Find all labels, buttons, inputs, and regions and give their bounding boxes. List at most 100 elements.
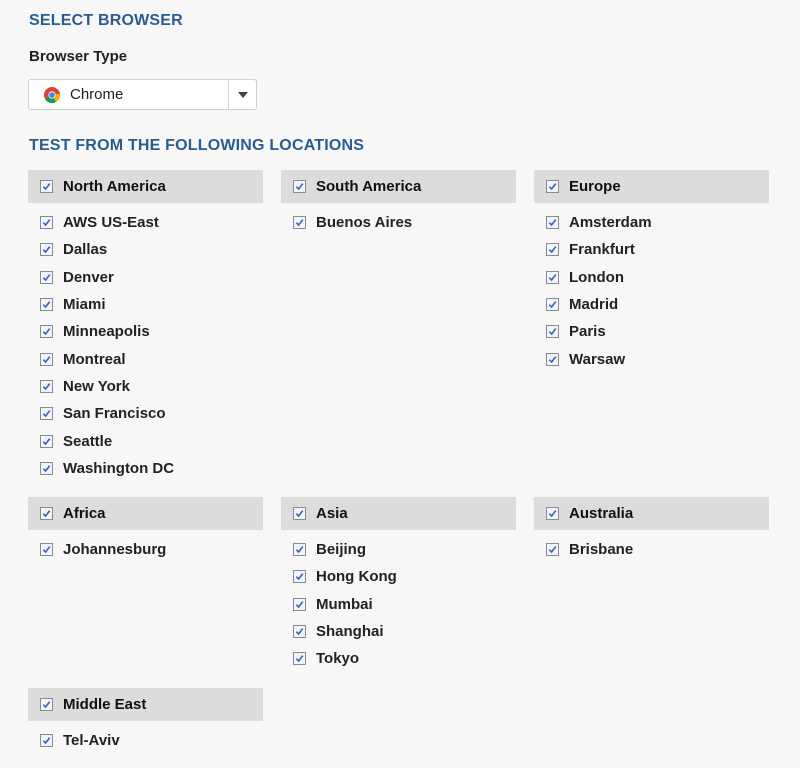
location-checkbox-paris[interactable]: [546, 325, 559, 339]
location-item-miami[interactable]: Miami: [28, 291, 263, 318]
location-label: Madrid: [569, 296, 619, 314]
group-label-europe: Europe: [569, 178, 621, 195]
city-list-europe: Amsterdam Frankfurt London Madrid Paris Warsa…: [534, 203, 769, 373]
location-label: Buenos Aires: [316, 214, 413, 232]
chrome-icon: [44, 86, 60, 103]
location-checkbox-london[interactable]: [546, 270, 559, 284]
checkmark-icon: [295, 183, 304, 191]
location-checkbox-frankfurt[interactable]: [546, 243, 559, 257]
location-item-madrid[interactable]: Madrid: [534, 291, 769, 318]
location-checkbox-minneapolis[interactable]: [40, 325, 53, 339]
checkmark-icon: [42, 546, 51, 554]
location-checkbox-washington-dc[interactable]: [40, 461, 53, 475]
chevron-down-icon[interactable]: [228, 80, 256, 109]
location-item-washington-dc[interactable]: Washington DC: [28, 455, 263, 482]
location-item-denver[interactable]: Denver: [28, 264, 263, 291]
location-label: Brisbane: [569, 541, 634, 559]
group-header-south-america[interactable]: South America: [281, 170, 516, 203]
group-label-africa: Africa: [63, 505, 106, 522]
location-checkbox-dallas[interactable]: [40, 243, 53, 257]
checkmark-icon: [42, 273, 51, 281]
location-checkbox-johannesburg[interactable]: [40, 543, 53, 557]
city-list-africa: Johannesburg: [28, 530, 263, 563]
group-checkbox-middle-east[interactable]: [40, 698, 53, 711]
location-item-johannesburg[interactable]: Johannesburg: [28, 536, 263, 563]
checkmark-icon: [42, 301, 51, 309]
location-label: Johannesburg: [63, 541, 167, 559]
location-checkbox-hong-kong[interactable]: [293, 570, 306, 584]
location-label: Miami: [63, 296, 106, 314]
location-item-tokyo[interactable]: Tokyo: [281, 645, 516, 672]
location-item-dallas[interactable]: Dallas: [28, 236, 263, 263]
location-checkbox-shanghai[interactable]: [293, 625, 306, 639]
location-checkbox-miami[interactable]: [40, 298, 53, 312]
browser-type-value: Chrome: [70, 86, 124, 103]
group-checkbox-north-america[interactable]: [40, 180, 53, 193]
location-item-london[interactable]: London: [534, 264, 769, 291]
group-label-middle-east: Middle East: [63, 696, 147, 713]
location-item-buenos-aires[interactable]: Buenos Aires: [281, 209, 516, 236]
group-checkbox-africa[interactable]: [40, 507, 53, 520]
location-checkbox-buenos-aires[interactable]: [293, 216, 306, 230]
location-label: Tokyo: [316, 650, 360, 668]
location-checkbox-tokyo[interactable]: [293, 652, 306, 666]
group-header-europe[interactable]: Europe: [534, 170, 769, 203]
checkmark-icon: [295, 510, 304, 518]
location-label: AWS US-East: [63, 214, 159, 232]
location-checkbox-brisbane[interactable]: [546, 543, 559, 557]
group-checkbox-south-america[interactable]: [293, 180, 306, 193]
location-item-montreal[interactable]: Montreal: [28, 345, 263, 372]
location-item-seattle[interactable]: Seattle: [28, 427, 263, 454]
checkmark-icon: [548, 246, 557, 254]
location-checkbox-aws-us-east[interactable]: [40, 216, 53, 230]
location-label: London: [569, 268, 624, 286]
location-checkbox-tel-aviv[interactable]: [40, 734, 53, 748]
location-checkbox-montreal[interactable]: [40, 352, 53, 366]
browser-type-select[interactable]: Chrome: [28, 79, 257, 110]
location-checkbox-new-york[interactable]: [40, 379, 53, 393]
location-label: Minneapolis: [63, 323, 150, 341]
location-checkbox-san-francisco[interactable]: [40, 407, 53, 421]
checkmark-icon: [42, 355, 51, 363]
location-label: Dallas: [63, 241, 108, 259]
group-header-middle-east[interactable]: Middle East: [28, 688, 263, 721]
select-browser-heading: SELECT BROWSER: [29, 12, 183, 29]
location-item-mumbai[interactable]: Mumbai: [281, 591, 516, 618]
location-item-warsaw[interactable]: Warsaw: [534, 345, 769, 372]
location-label: Seattle: [63, 432, 113, 450]
group-checkbox-asia[interactable]: [293, 507, 306, 520]
location-item-frankfurt[interactable]: Frankfurt: [534, 236, 769, 263]
group-header-australia[interactable]: Australia: [534, 497, 769, 530]
group-checkbox-australia[interactable]: [546, 507, 559, 520]
checkmark-icon: [548, 546, 557, 554]
location-checkbox-amsterdam[interactable]: [546, 216, 559, 230]
location-item-beijing[interactable]: Beijing: [281, 536, 516, 563]
location-label: Tel-Aviv: [63, 732, 120, 750]
location-item-minneapolis[interactable]: Minneapolis: [28, 318, 263, 345]
location-label: Warsaw: [569, 350, 626, 368]
location-label: Frankfurt: [569, 241, 635, 259]
checkmark-icon: [42, 410, 51, 418]
location-item-shanghai[interactable]: Shanghai: [281, 618, 516, 645]
location-item-hong-kong[interactable]: Hong Kong: [281, 563, 516, 590]
group-header-africa[interactable]: Africa: [28, 497, 263, 530]
location-checkbox-beijing[interactable]: [293, 543, 306, 557]
group-checkbox-europe[interactable]: [546, 180, 559, 193]
location-item-new-york[interactable]: New York: [28, 373, 263, 400]
group-label-south-america: South America: [316, 178, 422, 195]
location-item-aws-us-east[interactable]: AWS US-East: [28, 209, 263, 236]
location-item-brisbane[interactable]: Brisbane: [534, 536, 769, 563]
group-header-asia[interactable]: Asia: [281, 497, 516, 530]
group-header-north-america[interactable]: North America: [28, 170, 263, 203]
location-item-san-francisco[interactable]: San Francisco: [28, 400, 263, 427]
location-checkbox-warsaw[interactable]: [546, 352, 559, 366]
location-item-paris[interactable]: Paris: [534, 318, 769, 345]
location-item-tel-aviv[interactable]: Tel-Aviv: [28, 727, 263, 754]
checkmark-icon: [548, 183, 557, 191]
location-checkbox-mumbai[interactable]: [293, 597, 306, 611]
location-item-amsterdam[interactable]: Amsterdam: [534, 209, 769, 236]
location-checkbox-madrid[interactable]: [546, 298, 559, 312]
location-checkbox-seattle[interactable]: [40, 434, 53, 448]
browser-type-label: Browser Type: [29, 48, 128, 65]
location-checkbox-denver[interactable]: [40, 270, 53, 284]
